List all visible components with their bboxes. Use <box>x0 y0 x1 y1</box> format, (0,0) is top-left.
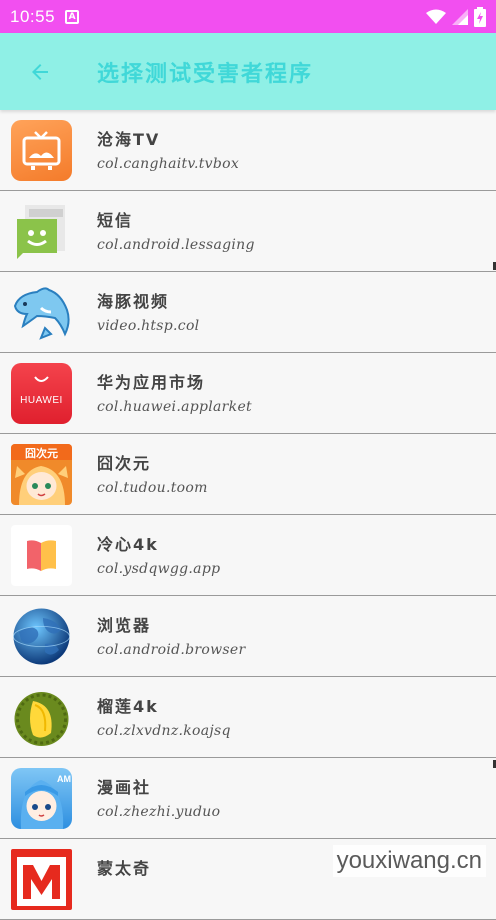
list-item[interactable]: 冷心4k col.ysdqwgg.app <box>0 515 496 596</box>
m-logo-icon <box>11 849 72 910</box>
app-package: col.android.browser <box>97 642 245 658</box>
huawei-appgallery-icon: HUAWEI <box>11 363 72 424</box>
app-package: col.huawei.applarket <box>97 399 252 415</box>
status-time: 10:55 <box>10 7 55 27</box>
app-name: 华为应用市场 <box>97 369 252 393</box>
app-name: 冷心4k <box>97 531 220 555</box>
back-button[interactable] <box>25 57 55 87</box>
app-package: video.htsp.col <box>97 318 199 334</box>
book-icon <box>11 525 72 586</box>
globe-icon <box>11 606 72 667</box>
app-name: 蒙太奇 <box>97 855 151 879</box>
list-item[interactable]: 海豚视频 video.htsp.col <box>0 272 496 353</box>
list-item[interactable]: 囧次元 囧次元 col.tudou.toom <box>0 434 496 515</box>
app-package: col.android.lessaging <box>97 237 255 253</box>
watermark: youxiwang.cn <box>333 845 486 877</box>
app-name: 漫画社 <box>97 774 220 798</box>
status-icons <box>426 7 486 27</box>
app-list: 沧海TV col.canghaitv.tvbox 短信 col.android.… <box>0 110 496 920</box>
signal-icon <box>452 9 468 25</box>
anime-girl-icon: 囧次元 <box>11 444 72 505</box>
app-name: 海豚视频 <box>97 288 199 312</box>
list-item[interactable]: AM 漫画社 col.zhezhi.yuduo <box>0 758 496 839</box>
manga-girl-icon: AM <box>11 768 72 829</box>
a-notification-icon: A <box>65 10 79 24</box>
app-name: 榴莲4k <box>97 693 231 717</box>
app-name: 沧海TV <box>97 126 239 150</box>
durian-icon <box>11 687 72 748</box>
battery-charging-icon <box>474 7 486 27</box>
svg-text:HUAWEI: HUAWEI <box>20 395 63 406</box>
app-package: col.canghaitv.tvbox <box>97 156 239 172</box>
app-name: 囧次元 <box>97 450 208 474</box>
list-item[interactable]: 浏览器 col.android.browser <box>0 596 496 677</box>
list-item[interactable]: 短信 col.android.lessaging <box>0 191 496 272</box>
wifi-icon <box>426 9 446 25</box>
list-item[interactable]: HUAWEI 华为应用市场 col.huawei.applarket <box>0 353 496 434</box>
list-item[interactable]: 沧海TV col.canghaitv.tvbox <box>0 110 496 191</box>
svg-text:囧次元: 囧次元 <box>25 446 58 460</box>
app-package: col.zhezhi.yuduo <box>97 804 220 820</box>
app-name: 浏览器 <box>97 612 245 636</box>
svg-text:AM: AM <box>57 774 71 784</box>
app-package: col.zlxvdnz.koajsq <box>97 723 231 739</box>
list-item[interactable]: 榴莲4k col.zlxvdnz.koajsq <box>0 677 496 758</box>
app-toolbar: 选择测试受害者程序 <box>0 33 496 110</box>
app-name: 短信 <box>97 207 255 231</box>
messaging-icon <box>11 201 72 262</box>
app-package: col.tudou.toom <box>97 480 208 496</box>
status-bar: 10:55 A <box>0 0 496 33</box>
dolphin-icon <box>11 282 72 343</box>
app-package: col.ysdqwgg.app <box>97 561 220 577</box>
page-title: 选择测试受害者程序 <box>97 56 313 88</box>
arrow-back-icon <box>28 60 52 84</box>
tv-icon <box>11 120 72 181</box>
